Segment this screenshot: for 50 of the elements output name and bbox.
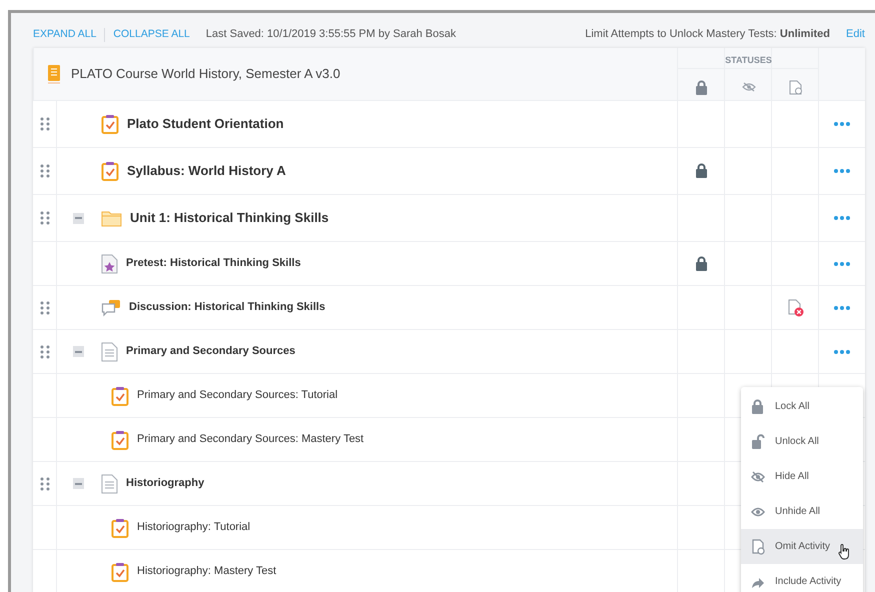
item-title: Pretest: Historical Thinking Skills [126, 256, 301, 272]
omit-document-icon [789, 80, 802, 94]
statuses-header: STATUSES [725, 54, 772, 68]
checklist-icon [111, 518, 129, 538]
more-button[interactable] [832, 120, 852, 128]
checklist-icon [111, 430, 129, 450]
lock-icon [695, 80, 708, 94]
menu-item[interactable]: Unhide All [741, 494, 863, 529]
folder-icon [101, 210, 122, 226]
more-button[interactable] [832, 348, 852, 356]
item-title: Unit 1: Historical Thinking Skills [130, 209, 329, 228]
collapse-toggle[interactable] [73, 212, 84, 224]
menu-item[interactable]: Unlock All [741, 424, 863, 459]
item-title: Historiography: Tutorial [137, 520, 250, 536]
menu-item[interactable]: Include Activity [741, 564, 863, 592]
document-icon [101, 342, 118, 362]
item-title: Primary and Secondary Sources [126, 344, 296, 360]
more-button[interactable] [832, 260, 852, 268]
lock-icon [751, 398, 765, 414]
checklist-icon [111, 386, 129, 406]
open-lock-icon [751, 434, 765, 450]
checklist-icon [101, 161, 119, 181]
menu-item[interactable]: Hide All [741, 459, 863, 494]
hand-cursor-icon [838, 544, 850, 560]
last-saved-text: Last Saved: 10/1/2019 3:55:55 PM by Sarah Bosak [206, 27, 456, 42]
item-title: Historiography [126, 476, 204, 492]
hidden-eye-icon [742, 82, 756, 92]
collapse-toggle[interactable] [73, 346, 84, 357]
item-title: Syllabus: World History A [127, 162, 286, 180]
checklist-icon [111, 562, 129, 582]
course-title: PLATO Course World History, Semester A v3.0 [71, 65, 340, 84]
collapse-toggle[interactable] [73, 478, 84, 489]
menu-item[interactable]: Omit Activity [741, 529, 863, 564]
more-button[interactable] [832, 214, 852, 222]
more-button[interactable] [832, 167, 852, 175]
star-document-icon [101, 254, 118, 274]
more-button[interactable] [832, 304, 852, 312]
limit-attempts-text: Limit Attempts to Unlock Mastery Tests: Unlimited [585, 27, 830, 42]
book-icon [47, 64, 61, 84]
document-icon [101, 474, 118, 494]
checklist-icon [101, 114, 119, 134]
menu-item[interactable]: Lock All [741, 389, 863, 424]
omit-document-icon [751, 538, 765, 554]
item-title: Historiography: Mastery Test [137, 564, 276, 580]
item-title: Primary and Secondary Sources: Tutorial [137, 388, 338, 404]
item-title: Primary and Secondary Sources: Mastery Test [137, 432, 364, 448]
chat-bubbles-icon [101, 298, 121, 316]
item-title: Plato Student Orientation [127, 115, 284, 134]
hidden-eye-icon [751, 468, 765, 484]
item-title: Discussion: Historical Thinking Skills [129, 300, 326, 316]
